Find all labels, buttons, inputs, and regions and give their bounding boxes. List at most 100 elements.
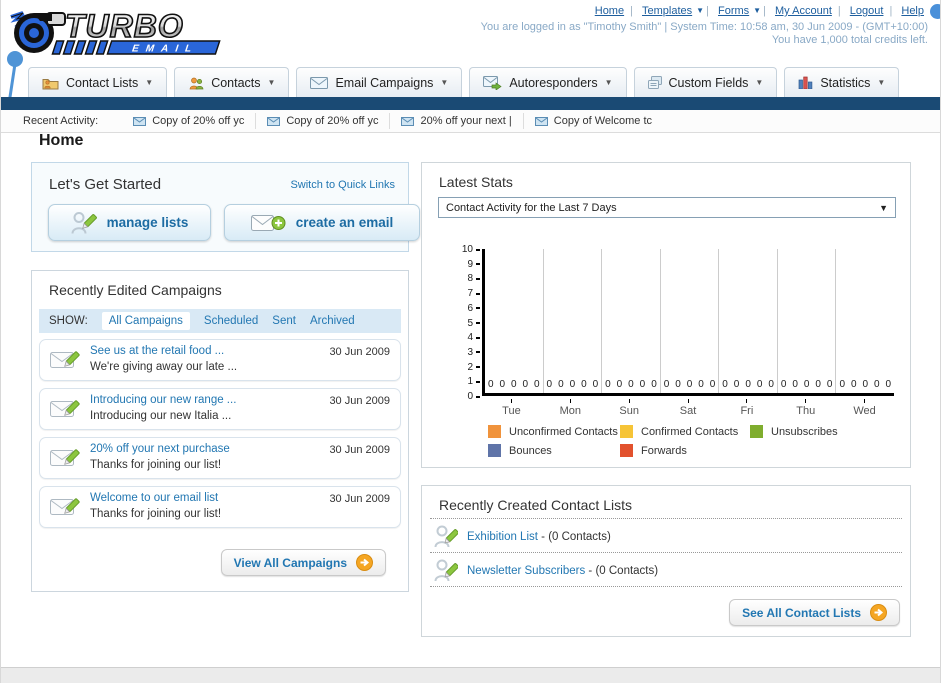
turbo-email-logo[interactable]: TURBO EMAIL (7, 3, 235, 64)
campaign-row[interactable]: 20% off your next purchase Thanks for jo… (39, 437, 401, 479)
footer-bar (1, 667, 940, 683)
campaign-list: See us at the retail food ... We're givi… (39, 339, 401, 535)
envelope-icon (310, 76, 329, 89)
campaign-row[interactable]: Welcome to our email list Thanks for joi… (39, 486, 401, 528)
campaign-date: 30 Jun 2009 (329, 346, 390, 358)
nav-bar-accent (1, 97, 940, 110)
chart-y-axis: 10 9 8 7 6 5 4 3 2 1 0 (422, 244, 480, 402)
caret-down-icon: ▼ (879, 202, 888, 213)
caret-down-icon: ▼ (877, 78, 886, 87)
nav-link-help[interactable]: Help (901, 5, 924, 17)
separator: | (889, 5, 893, 17)
show-label: SHOW: (49, 315, 88, 327)
nav-link-my-account[interactable]: My Account (775, 5, 832, 17)
chart-x-axis: Tue Mon Sun Sat Fri Thu Wed (482, 399, 894, 417)
contact-lists-panel: Recently Created Contact Lists Exhibitio… (421, 485, 911, 637)
arrow-circle-icon (356, 554, 373, 571)
tab-email-campaigns[interactable]: Email Campaigns ▼ (296, 67, 463, 97)
recent-activity-text: 20% off your next | (420, 115, 512, 127)
campaign-filter-bar: SHOW: All Campaigns Scheduled Sent Archi… (39, 309, 401, 333)
nav-link-forms[interactable]: Forms (718, 5, 749, 17)
stats-period-dropdown[interactable]: Contact Activity for the Last 7 Days ▼ (438, 197, 896, 218)
tab-contacts[interactable]: Contacts ▼ (174, 67, 290, 97)
nav-link-logout[interactable]: Logout (850, 5, 884, 17)
recent-activity-item[interactable]: Copy of 20% off yc (255, 113, 389, 129)
filter-sent[interactable]: Sent (272, 315, 296, 327)
app-window: TURBO EMAIL Home | Templates ▼ | Forms ▼ | My… (0, 0, 941, 683)
contact-list-link[interactable]: Newsletter Subscribers (467, 565, 585, 577)
recent-activity-text: Copy of 20% off yc (286, 115, 379, 127)
credits-status: You have 1,000 total credits left. (771, 34, 928, 46)
legend-swatch (750, 425, 763, 438)
campaign-date: 30 Jun 2009 (329, 444, 390, 456)
caret-down-icon: ▼ (440, 78, 449, 87)
latest-stats-title: Latest Stats (439, 174, 513, 190)
logo-graphic: TURBO EMAIL (10, 7, 221, 55)
tab-autoresponders[interactable]: Autoresponders ▼ (469, 67, 627, 97)
switch-quick-links-link[interactable]: Switch to Quick Links (290, 179, 395, 191)
envelope-icon (534, 116, 548, 126)
recent-activity-item[interactable]: Copy of Welcome tc (522, 113, 663, 129)
see-all-contact-lists-button[interactable]: See All Contact Lists (729, 599, 900, 626)
view-all-campaigns-button[interactable]: View All Campaigns (220, 549, 386, 576)
chart-legend: Unconfirmed Contacts Confirmed Contacts … (488, 425, 838, 457)
contact-list-row[interactable]: Newsletter Subscribers - (0 Contacts) (434, 558, 658, 584)
campaign-date: 30 Jun 2009 (329, 493, 390, 505)
create-email-button[interactable]: create an email (224, 204, 420, 241)
recent-campaigns-title: Recently Edited Campaigns (49, 282, 222, 298)
person-pencil-icon (71, 211, 97, 234)
envelope-pencil-icon (50, 449, 80, 466)
manage-lists-button[interactable]: manage lists (48, 204, 211, 241)
legend-item: Unconfirmed Contacts (488, 425, 620, 438)
main-nav-tabs: Contact Lists ▼ Contacts ▼ Email Campaig… (28, 67, 900, 97)
caret-down-icon: ▼ (604, 78, 613, 87)
legend-swatch (488, 425, 501, 438)
campaign-title-link[interactable]: Welcome to our email list (90, 491, 221, 507)
nav-link-templates[interactable]: Templates (642, 5, 692, 17)
page-title: Home (39, 132, 84, 149)
campaign-subtitle: Thanks for joining our list! (90, 459, 222, 471)
legend-item: Bounces (488, 444, 620, 457)
campaign-row[interactable]: See us at the retail food ... We're givi… (39, 339, 401, 381)
campaign-subtitle: Thanks for joining our list! (90, 508, 222, 520)
recent-activity-item[interactable]: Copy of 20% off yc (122, 113, 255, 129)
nav-link-home[interactable]: Home (595, 5, 624, 17)
chart-day-group: 00000 (602, 249, 661, 393)
contact-list-row[interactable]: Exhibition List - (0 Contacts) (434, 524, 611, 550)
tab-label: Contact Lists (66, 75, 139, 90)
contact-list-link[interactable]: Exhibition List (467, 531, 538, 543)
pages-icon (647, 76, 662, 89)
campaign-title-link[interactable]: See us at the retail food ... (90, 344, 237, 360)
chart-day-group: 00000 (485, 249, 544, 393)
caret-down-icon: ▼ (755, 78, 764, 87)
filter-scheduled[interactable]: Scheduled (204, 315, 258, 327)
legend-item: Confirmed Contacts (620, 425, 750, 438)
contact-list-count: - (0 Contacts) (585, 565, 659, 577)
login-status: You are logged in as "Timothy Smith" | S… (480, 21, 928, 33)
recent-activity-bar: Recent Activity: Copy of 20% off yc Copy… (1, 110, 940, 133)
envelope-icon (267, 116, 281, 126)
dotted-divider (430, 518, 902, 519)
campaign-row[interactable]: Introducing our new range ... Introducin… (39, 388, 401, 430)
recent-activity-item[interactable]: 20% off your next | (389, 113, 522, 129)
recent-activity-text: Copy of 20% off yc (152, 115, 245, 127)
arrow-circle-icon (870, 604, 887, 621)
separator: | (630, 5, 633, 17)
campaign-title-link[interactable]: 20% off your next purchase (90, 442, 230, 458)
envelope-pencil-icon (50, 351, 80, 368)
chart-day-group: 00000 (839, 379, 892, 390)
filter-archived[interactable]: Archived (310, 315, 355, 327)
campaign-subtitle: Introducing our new Italia ... (90, 410, 232, 422)
filter-all-campaigns[interactable]: All Campaigns (101, 312, 190, 330)
tab-custom-fields[interactable]: Custom Fields ▼ (633, 67, 778, 97)
separator: | (763, 5, 766, 17)
chart-day-group: 00000 (778, 249, 837, 393)
latest-stats-panel: Latest Stats Contact Activity for the La… (421, 162, 911, 468)
view-all-campaigns-label: View All Campaigns (233, 555, 347, 570)
campaign-title-link[interactable]: Introducing our new range ... (90, 393, 236, 409)
tab-statistics[interactable]: Statistics ▼ (784, 67, 900, 97)
tab-contact-lists[interactable]: Contact Lists ▼ (28, 67, 168, 97)
decorative-dot (930, 4, 940, 19)
stats-period-value: Contact Activity for the Last 7 Days (446, 201, 617, 214)
svg-text:EMAIL: EMAIL (130, 44, 200, 55)
